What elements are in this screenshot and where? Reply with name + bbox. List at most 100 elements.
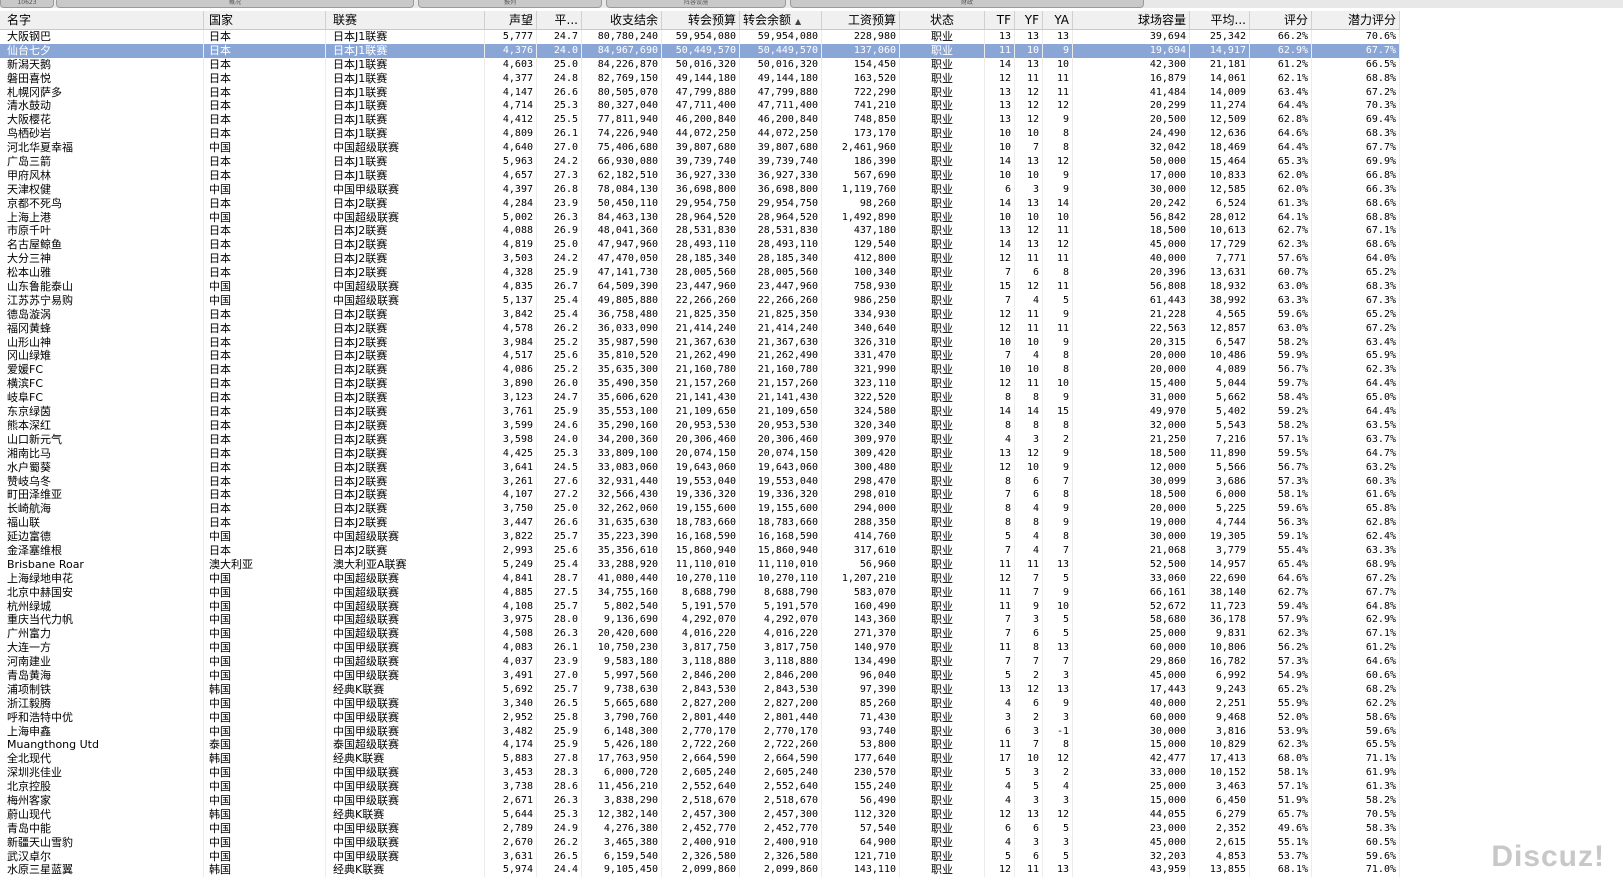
cell-avg-attendance: 6,992 [1190, 668, 1250, 683]
table-row[interactable]: 江苏苏宁易购 中国 中国超级联赛 5,137 25.4 49,805,880 22,266,… [0, 293, 1400, 308]
table-row[interactable]: 东京绿茵 日本 日本J2联赛 3,761 25.9 35,553,100 21,109,65… [0, 405, 1400, 419]
cell-wage-budget: 334,930 [822, 307, 900, 322]
table-row[interactable]: 爱媛FC 日本 日本J2联赛 4,086 25.2 35,635,300 21,160,78… [0, 363, 1400, 378]
table-row[interactable]: 冈山绿雉 日本 日本J2联赛 4,517 25.6 35,810,520 21,262,49… [0, 349, 1400, 364]
column-header-league[interactable]: 联赛 [330, 11, 485, 29]
table-row[interactable]: 新潟天鹅 日本 日本J1联赛 4,603 25.0 84,226,870 50,016,32… [0, 57, 1400, 72]
column-header-tf[interactable]: TF [985, 11, 1015, 29]
column-header-ya[interactable]: YA [1043, 11, 1073, 29]
cell-ya: 11 [1043, 224, 1073, 239]
table-row[interactable]: 广州富力 中国 中国超级联赛 4,508 26.3 20,420,600 4,016,220… [0, 627, 1400, 642]
column-header-yf[interactable]: YF [1015, 11, 1043, 29]
table-row[interactable]: 梅州客家 中国 中国甲级联赛 2,671 26.3 3,838,290 2,518,670 2… [0, 793, 1400, 808]
cell-name: Muangthong Utd [4, 738, 204, 753]
column-header-name[interactable]: 名字 [4, 11, 204, 29]
table-row[interactable]: 青岛中能 中国 中国甲级联赛 2,789 24.9 4,276,380 2,452,770 2… [0, 821, 1400, 836]
column-header-avg-age[interactable]: 平... [537, 11, 582, 29]
table-row[interactable]: 山形山神 日本 日本J2联赛 3,984 25.2 35,987,590 21,367,63… [0, 335, 1400, 350]
cell-yf: 3 [1015, 182, 1043, 197]
table-row[interactable]: 广岛三箭 日本 日本J1联赛 5,963 24.2 66,930,080 39,739,74… [0, 155, 1400, 169]
table-row[interactable]: 札幌冈萨多 日本 日本J1联赛 4,147 26.6 80,505,070 47,799,8… [0, 85, 1400, 100]
table-row[interactable]: 延边富德 中国 中国超级联赛 3,822 25.7 35,223,390 16,168,59… [0, 530, 1400, 544]
column-header-balance[interactable]: 收支结余 [582, 11, 662, 29]
table-row[interactable]: 大连一方 中国 中国甲级联赛 4,083 26.1 10,750,230 3,817,750… [0, 641, 1400, 656]
table-row[interactable]: 上海申鑫 中国 中国甲级联赛 3,482 25.9 6,148,300 2,770,170 2… [0, 724, 1400, 739]
table-row[interactable]: 山东鲁能泰山 中国 中国超级联赛 4,835 26.7 64,509,390 23,447,… [0, 280, 1400, 294]
table-row[interactable]: 大阪钢巴 日本 日本J1联赛 5,777 24.7 80,780,240 59,954,08… [0, 30, 1400, 44]
top-tab-2[interactable]: 概况 [56, 0, 414, 8]
top-tab-5[interactable]: 财政 [790, 0, 1144, 8]
cell-yf: 12 [1015, 85, 1043, 100]
column-header-avg-attendance[interactable]: 平均... [1190, 11, 1250, 29]
table-row[interactable]: 德岛漩涡 日本 日本J2联赛 3,842 25.4 36,758,480 21,825,35… [0, 307, 1400, 322]
table-row[interactable]: 湘南比马 日本 日本J2联赛 4,425 25.3 33,809,100 20,074,15… [0, 446, 1400, 461]
cell-ya: 9 [1043, 696, 1073, 711]
table-row[interactable]: 松本山雅 日本 日本J2联赛 4,328 25.9 47,141,730 28,005,56… [0, 266, 1400, 281]
column-header-transfer-budget[interactable]: 转会预算 [662, 11, 740, 29]
cell-avg-attendance: 36,178 [1190, 613, 1250, 628]
column-header-status[interactable]: 状态 [900, 11, 985, 29]
column-header-rating[interactable]: 评分 [1250, 11, 1312, 29]
top-tab-1[interactable]: 10623 [0, 0, 54, 8]
cell-ya: 8 [1043, 530, 1073, 544]
table-row[interactable]: 市原千叶 日本 日本J2联赛 4,088 26.9 48,041,360 28,531,83… [0, 224, 1400, 239]
table-row[interactable]: 天津权健 中国 中国甲级联赛 4,397 26.8 78,084,130 36,698,80… [0, 182, 1400, 197]
column-header-potential-rating[interactable]: 潜力评分 [1312, 11, 1400, 29]
top-tab-3[interactable]: 报列 [418, 0, 602, 8]
table-row[interactable]: 福山联 日本 日本J2联赛 3,447 26.6 31,635,630 18,783,660… [0, 516, 1400, 531]
table-row[interactable]: 武汉卓尔 中国 中国甲级联赛 3,631 26.5 6,159,540 2,326,580 2… [0, 849, 1400, 864]
table-row[interactable]: 重庆当代力帆 中国 中国超级联赛 3,975 28.0 9,136,690 4,292,07… [0, 613, 1400, 628]
column-header-transfer-remaining[interactable]: 转会余额 ▲ [740, 11, 822, 29]
table-row[interactable]: 京都不死鸟 日本 日本J2联赛 4,284 23.9 50,450,110 29,954,7… [0, 196, 1400, 211]
table-row[interactable]: 金泽塞维根 日本 日本J2联赛 2,993 25.6 35,356,610 15,860,9… [0, 543, 1400, 558]
table-row[interactable]: 上海上港 中国 中国超级联赛 5,002 26.3 84,463,130 28,964,52… [0, 210, 1400, 225]
table-row[interactable]: 赞岐乌冬 日本 日本J2联赛 3,261 27.6 32,931,440 19,553,04… [0, 474, 1400, 489]
table-row[interactable]: 岐阜FC 日本 日本J2联赛 3,123 24.7 35,606,620 21,141,43… [0, 391, 1400, 406]
table-row[interactable]: 名古屋鲸鱼 日本 日本J2联赛 4,819 25.0 47,947,960 28,493,1… [0, 238, 1400, 253]
table-row[interactable]: 浦项制铁 韩国 经典K联赛 5,692 25.7 9,738,630 2,843,530 2,… [0, 682, 1400, 697]
table-row[interactable]: 磐田喜悦 日本 日本J1联赛 4,377 24.8 82,769,150 49,144,18… [0, 71, 1400, 86]
table-row[interactable]: 河南建业 中国 中国超级联赛 4,037 23.9 9,583,180 3,118,880 3… [0, 655, 1400, 669]
table-row[interactable]: 蔚山现代 韩国 经典K联赛 5,644 25.3 12,382,140 2,457,300 2… [0, 807, 1400, 822]
table-row[interactable]: 熊本深红 日本 日本J2联赛 3,599 24.6 35,290,160 20,953,53… [0, 418, 1400, 433]
table-row[interactable]: 杭州绿城 中国 中国超级联赛 4,108 25.7 5,802,540 5,191,570 5… [0, 599, 1400, 614]
table-row[interactable]: 横滨FC 日本 日本J2联赛 3,890 26.0 35,490,350 21,157,26… [0, 377, 1400, 392]
table-row[interactable]: 青岛黄海 中国 中国甲级联赛 3,491 27.0 5,997,560 2,846,200 2… [0, 668, 1400, 683]
cell-reputation: 5,002 [485, 210, 537, 225]
cell-tf: 14 [985, 196, 1015, 211]
table-row[interactable]: 河北华夏幸福 中国 中国超级联赛 4,640 27.0 75,406,680 39,807,… [0, 141, 1400, 156]
table-row[interactable]: 新疆天山雪豹 中国 中国甲级联赛 2,670 26.2 3,465,380 2,400,91… [0, 835, 1400, 850]
table-row[interactable]: 上海绿地申花 中国 中国超级联赛 4,841 28.7 41,080,440 10,270,… [0, 571, 1400, 586]
table-row[interactable]: 北京控股 中国 中国甲级联赛 3,738 28.6 11,456,210 2,552,640… [0, 780, 1400, 794]
table-row[interactable]: 深圳兆佳业 中国 中国甲级联赛 3,453 28.3 6,000,720 2,605,240… [0, 766, 1400, 781]
table-row[interactable]: 大阪樱花 日本 日本J1联赛 4,412 25.5 77,811,940 46,200,84… [0, 113, 1400, 128]
table-row[interactable]: 甲府风林 日本 日本J1联赛 4,657 27.3 62,182,510 36,927,33… [0, 168, 1400, 183]
table-row[interactable]: 山口新元气 日本 日本J2联赛 3,598 24.0 34,200,360 20,306,4… [0, 432, 1400, 447]
table-row[interactable]: 鸟栖砂岩 日本 日本J1联赛 4,809 26.1 74,226,940 44,072,25… [0, 127, 1400, 142]
table-row[interactable]: 呼和浩特中优 中国 中国甲级联赛 2,952 25.8 3,790,760 2,801,44… [0, 710, 1400, 725]
table-row[interactable]: Brisbane Roar 澳大利亚 澳大利亚A联赛 5,249 25.4 33,288,… [0, 557, 1400, 572]
table-row[interactable]: 大分三神 日本 日本J2联赛 3,503 24.2 47,470,050 28,185,34… [0, 252, 1400, 267]
cell-transfer-budget: 11,110,010 [662, 557, 740, 572]
cell-transfer-remaining: 44,072,250 [740, 127, 822, 142]
table-row[interactable]: Muangthong Utd 泰国 泰国超级联赛 4,174 25.9 5,426,180… [0, 738, 1400, 753]
table-row[interactable]: 浙江毅腾 中国 中国甲级联赛 3,340 26.5 5,665,680 2,827,200 2… [0, 696, 1400, 711]
table-row[interactable]: 町田泽维亚 日本 日本J2联赛 4,107 27.2 32,566,430 19,336,3… [0, 488, 1400, 503]
table-row[interactable]: 长崎航海 日本 日本J2联赛 3,750 25.0 32,262,060 19,155,60… [0, 502, 1400, 517]
column-header-stadium-capacity[interactable]: 球场容量 [1073, 11, 1190, 29]
column-header-reputation[interactable]: 声望 [485, 11, 537, 29]
column-header-wage-budget[interactable]: 工资预算 [822, 11, 900, 29]
cell-name: 深圳兆佳业 [4, 766, 204, 781]
table-row[interactable]: 北京中赫国安 中国 中国超级联赛 4,885 27.5 34,755,160 8,688,7… [0, 585, 1400, 600]
table-row-selected[interactable]: 仙台七夕 日本 日本J1联赛 4,376 24.0 84,967,690 50,449,57… [0, 43, 1400, 58]
table-row[interactable]: 清水鼓动 日本 日本J1联赛 4,714 25.3 80,327,040 47,711,40… [0, 99, 1400, 114]
cell-rating: 65.7% [1250, 807, 1312, 822]
cell-league: 日本J2联赛 [330, 252, 485, 267]
cell-rating: 62.8% [1250, 113, 1312, 128]
column-header-country[interactable]: 国家 [206, 11, 326, 29]
table-row[interactable]: 全北现代 韩国 经典K联赛 5,883 27.8 17,763,950 2,664,590 2… [0, 752, 1400, 767]
table-row[interactable]: 水户蜀葵 日本 日本J2联赛 3,641 24.5 33,083,060 19,643,06… [0, 460, 1400, 475]
table-row[interactable]: 水原三星蓝翼 韩国 经典K联赛 5,974 24.4 9,105,450 2,099,860… [0, 863, 1400, 878]
top-tab-4[interactable]: 阵容设施 [606, 0, 786, 8]
table-row[interactable]: 福冈黄蜂 日本 日本J2联赛 4,578 26.2 36,033,090 21,414,24… [0, 321, 1400, 336]
